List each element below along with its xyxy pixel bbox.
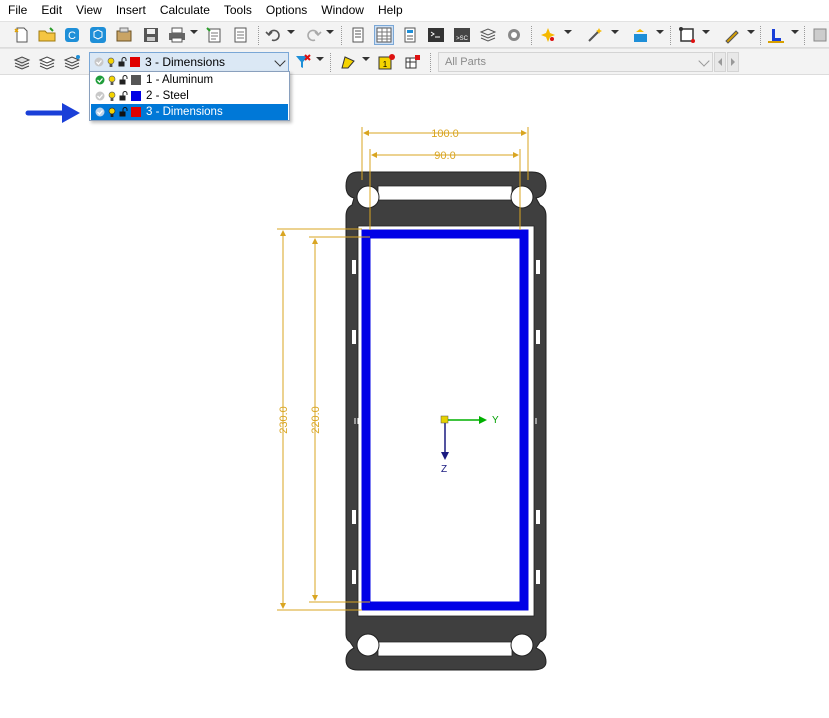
dimension-inner-height-label: 220.0 [310, 406, 322, 434]
svg-text:1: 1 [383, 60, 388, 69]
menu-calculate[interactable]: Calculate [153, 0, 217, 20]
filter-dropdown-arrow[interactable] [316, 57, 324, 61]
printout-report-icon[interactable] [204, 25, 224, 45]
menu-bar: File Edit View Insert Calculate Tools Op… [0, 0, 829, 20]
parts-filter-combo[interactable]: All Parts [438, 52, 713, 72]
new-file-icon[interactable] [12, 25, 32, 45]
sparkle-dropdown-arrow[interactable] [564, 30, 572, 34]
menu-insert[interactable]: Insert [109, 0, 153, 20]
main-toolbar: C >SC [0, 21, 829, 48]
active-check-icon [94, 57, 104, 67]
pencil-color-icon[interactable] [722, 25, 742, 45]
menu-view[interactable]: View [69, 0, 109, 20]
filter-clear-icon[interactable] [293, 52, 313, 72]
table-view-icon[interactable] [374, 25, 394, 45]
save-icon[interactable] [141, 25, 161, 45]
display-properties-icon[interactable] [631, 25, 651, 45]
model-cube-icon[interactable] [88, 25, 108, 45]
visibility-bulb-icon [107, 57, 115, 67]
dimension-inner-width-label: 90.0 [434, 150, 455, 162]
polygon-dropdown-arrow[interactable] [362, 57, 370, 61]
section-l-icon[interactable] [766, 25, 786, 45]
layer-manager-icon[interactable] [62, 52, 82, 72]
dimension-outer-width-label: 100.0 [431, 128, 459, 140]
console-icon[interactable] [426, 25, 446, 45]
menu-options[interactable]: Options [259, 0, 314, 20]
open-folder-icon[interactable] [37, 25, 57, 45]
sparkle-select-icon[interactable] [538, 25, 558, 45]
chevron-down-icon[interactable] [274, 55, 286, 67]
layer-stack-icon[interactable] [12, 52, 32, 72]
arrow-left-icon [718, 58, 722, 66]
undo-dropdown-arrow[interactable] [287, 30, 295, 34]
svg-text:C: C [68, 30, 76, 42]
arrow-right-icon [731, 58, 735, 66]
z-axis-label: Z [441, 464, 447, 475]
chevron-down-icon[interactable] [698, 55, 710, 67]
wand-dropdown-arrow[interactable] [611, 30, 619, 34]
more-tools-icon[interactable] [810, 25, 829, 45]
dimension-outer-height-label: 230.0 [278, 406, 290, 434]
view-frame-icon[interactable] [677, 25, 697, 45]
view-frame-dropdown-arrow[interactable] [702, 30, 710, 34]
layer-stack-alt-icon[interactable] [37, 52, 57, 72]
layers-stack-icon[interactable] [478, 25, 498, 45]
redo-dropdown-arrow[interactable] [326, 30, 334, 34]
pencil-dropdown-arrow[interactable] [747, 30, 755, 34]
menu-tools[interactable]: Tools [217, 0, 259, 20]
menu-help[interactable]: Help [371, 0, 410, 20]
layer-color-swatch [130, 57, 140, 67]
menu-window[interactable]: Window [314, 0, 371, 20]
next-part-button[interactable] [727, 52, 739, 72]
previous-part-button[interactable] [714, 52, 726, 72]
layer-select-combo[interactable]: 3 - Dimensions [89, 52, 289, 72]
layer-combo-value: 3 - Dimensions [145, 55, 226, 69]
document-icon[interactable] [230, 25, 250, 45]
parts-filter-value: All Parts [445, 56, 486, 68]
display-dropdown-arrow[interactable] [656, 30, 664, 34]
script-console-icon[interactable]: >SC [452, 25, 472, 45]
numbering-icon[interactable]: 1 [377, 52, 397, 72]
magic-wand-icon[interactable] [585, 25, 605, 45]
undo-icon[interactable] [264, 25, 284, 45]
menu-edit[interactable]: Edit [34, 0, 69, 20]
redo-icon[interactable] [303, 25, 323, 45]
svg-text:>SC: >SC [456, 36, 469, 42]
y-axis-label: Y [492, 415, 499, 426]
pointer-arrow-icon [25, 103, 80, 123]
sections-table-icon[interactable] [403, 52, 423, 72]
unlock-icon [118, 57, 127, 67]
c-app-icon[interactable]: C [62, 25, 82, 45]
print-dropdown-arrow[interactable] [190, 30, 198, 34]
section-dropdown-arrow[interactable] [791, 30, 799, 34]
draw-polygon-icon[interactable] [338, 52, 358, 72]
navigator-panel-icon[interactable] [348, 25, 368, 45]
drawing-canvas[interactable]: 100.0 90.0 230.0 220.0 Y Z [0, 76, 829, 718]
project-manager-icon[interactable] [114, 25, 134, 45]
print-icon[interactable] [167, 25, 187, 45]
control-panel-icon[interactable] [400, 25, 420, 45]
target-icon[interactable] [504, 25, 524, 45]
menu-file[interactable]: File [2, 0, 34, 20]
